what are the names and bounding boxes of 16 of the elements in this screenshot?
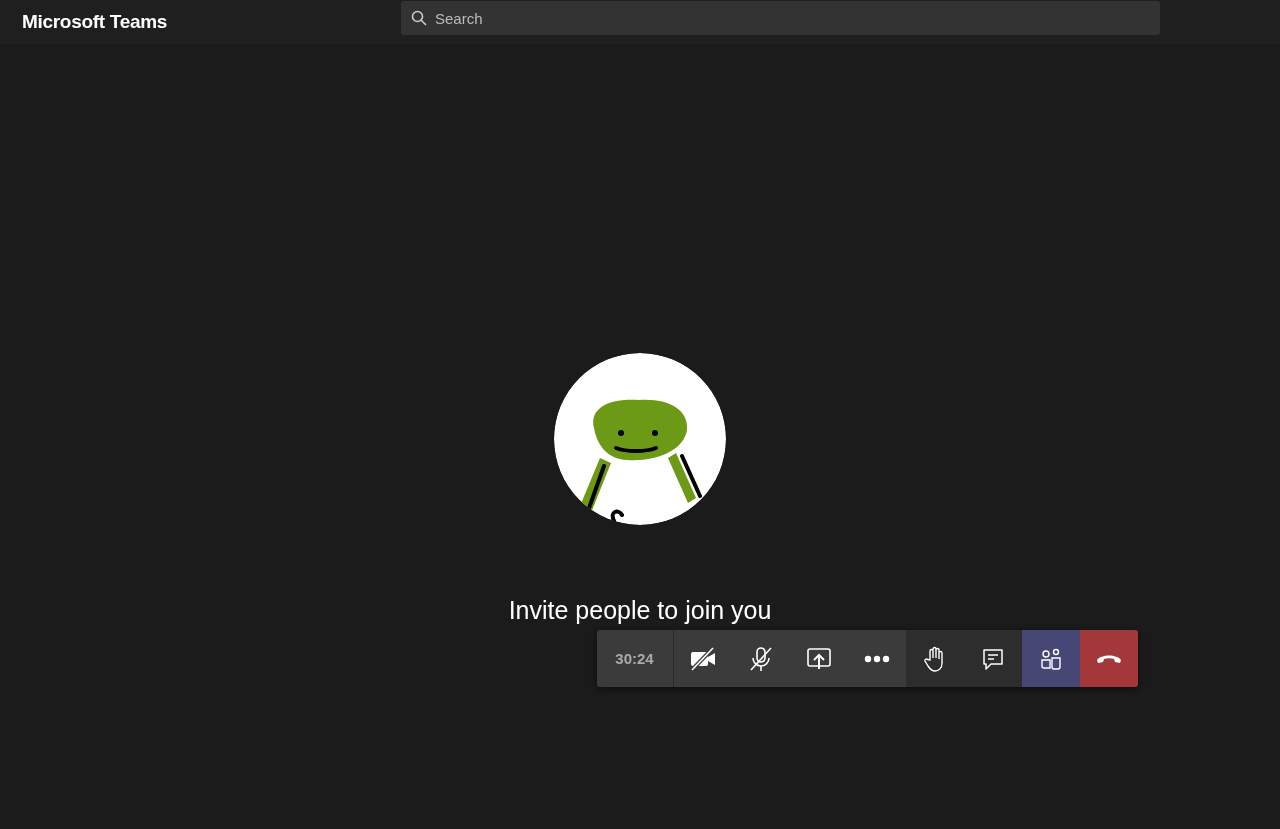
camera-button[interactable] [673, 630, 732, 687]
participants-button[interactable] [1021, 630, 1080, 687]
chat-button[interactable] [963, 630, 1022, 687]
people-icon [1038, 646, 1063, 671]
search-field[interactable]: Search [401, 1, 1160, 35]
share-screen-icon [805, 646, 832, 671]
raise-hand-button[interactable] [905, 630, 964, 687]
app-title: Microsoft Teams [22, 11, 169, 33]
hang-up-button[interactable] [1079, 630, 1138, 687]
more-icon [863, 654, 890, 663]
more-button[interactable] [847, 630, 906, 687]
hand-icon [923, 645, 946, 672]
call-timer: 30:24 [596, 630, 674, 687]
search-icon [411, 10, 427, 26]
invite-text: Invite people to join you [508, 595, 772, 626]
chat-icon [980, 646, 1005, 671]
